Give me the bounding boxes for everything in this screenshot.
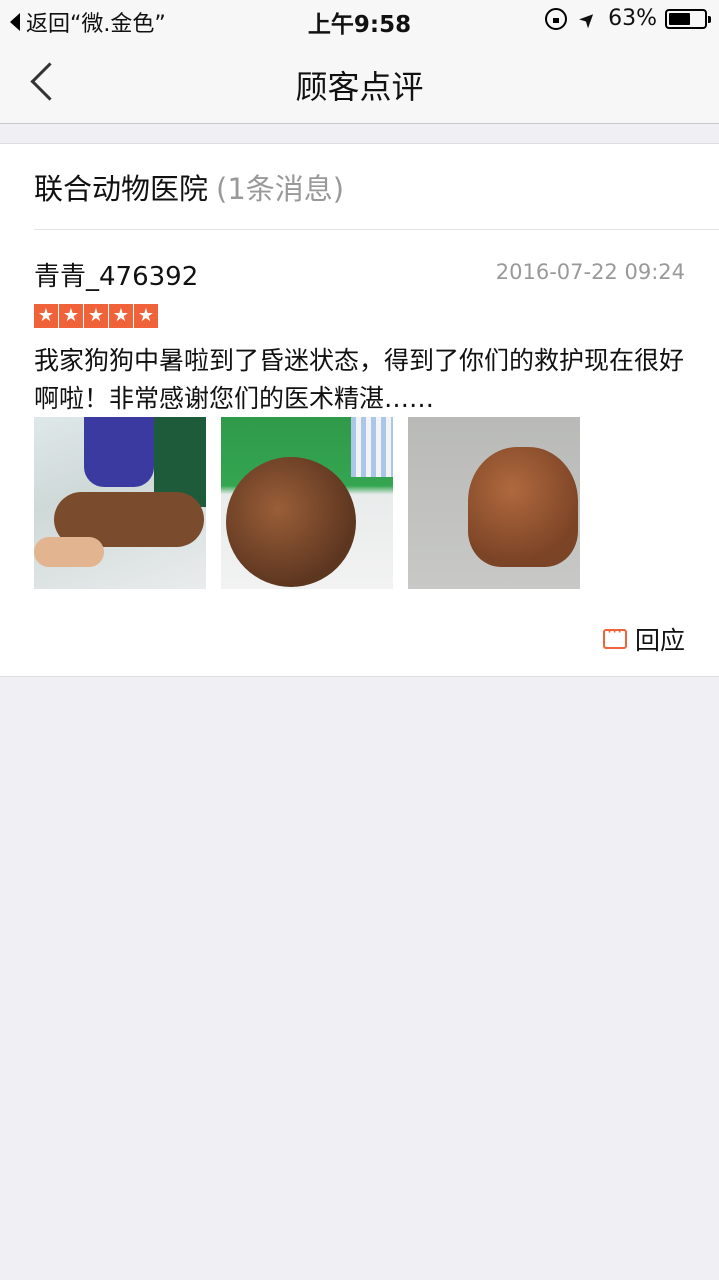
reply-button[interactable]: 回应 [602, 621, 685, 657]
comment-icon [602, 622, 627, 649]
star-icon: ★ [84, 304, 108, 328]
review-photo[interactable] [34, 417, 206, 589]
review-card: 联合动物医院 (1条消息) 青青_476392 2016-07-22 09:24 … [0, 143, 719, 677]
star-icon: ★ [34, 304, 58, 328]
star-rating: ★ ★ ★ ★ ★ [34, 304, 158, 328]
rotation-lock-icon [545, 7, 568, 30]
reviewer-name: 青青_476392 [34, 262, 199, 292]
message-count: (1条消息) [216, 172, 345, 206]
battery-fill [669, 12, 691, 25]
location-arrow-icon: ➤ [573, 4, 603, 33]
divider [34, 229, 719, 230]
reply-label: 回应 [634, 626, 685, 655]
star-icon: ★ [134, 304, 158, 328]
page-title: 顾客点评 [295, 68, 424, 106]
star-icon: ★ [109, 304, 133, 328]
review-photo[interactable] [221, 417, 393, 589]
battery-percent: 63% [608, 6, 657, 31]
hospital-name: 联合动物医院 [34, 172, 209, 206]
status-bar: 返回“微.金色” 上午9:58 ➤ 63% [0, 0, 719, 40]
battery-icon [665, 8, 711, 29]
nav-bar: 顾客点评 [0, 40, 719, 124]
review-photo[interactable] [408, 417, 580, 589]
star-icon: ★ [59, 304, 83, 328]
review-date: 2016-07-22 09:24 [495, 260, 685, 284]
section-header: 联合动物医院 (1条消息) [34, 166, 344, 208]
review-text: 我家狗狗中暑啦到了昏迷状态，得到了你们的救护现在很好啊啦！非常感谢您们的医术精湛… [34, 346, 685, 413]
photo-gallery [34, 417, 580, 589]
